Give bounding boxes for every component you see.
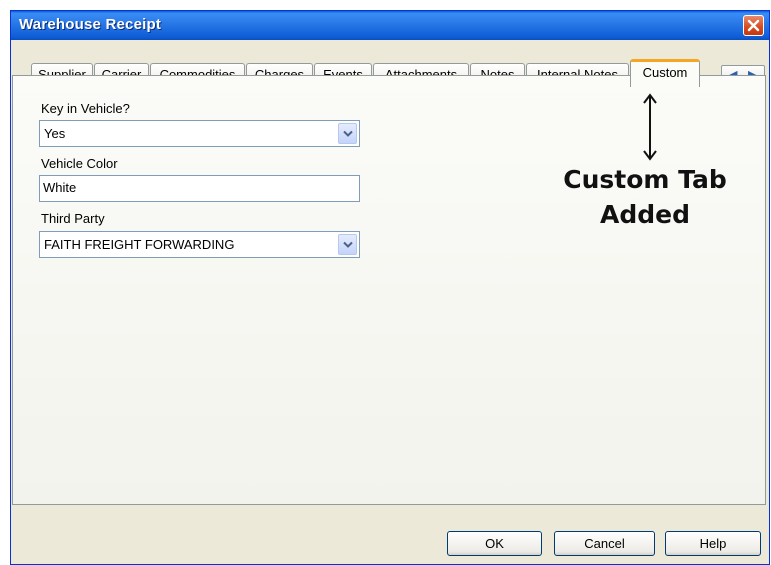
key-in-vehicle-select[interactable]: Yes [39,120,360,147]
vehicle-color-field[interactable] [39,175,360,202]
custom-tab-annotation: Custom Tab Added [557,162,733,232]
close-button[interactable] [743,15,764,36]
double-arrow-icon [643,93,657,161]
vehicle-color-input[interactable] [43,180,343,195]
key-in-vehicle-label: Key in Vehicle? [41,101,130,116]
tab-custom[interactable]: Custom [630,59,700,87]
cancel-button[interactable]: Cancel [554,531,655,556]
third-party-select[interactable]: FAITH FREIGHT FORWARDING [39,231,360,258]
help-button[interactable]: Help [665,531,761,556]
close-icon [747,19,760,32]
chevron-down-icon [343,130,353,137]
annotation-line1: Custom Tab [563,165,727,194]
third-party-dropdown-button[interactable] [338,234,357,255]
chevron-down-icon [343,241,353,248]
ok-button[interactable]: OK [447,531,542,556]
third-party-label: Third Party [41,211,105,226]
third-party-value: FAITH FREIGHT FORWARDING [44,237,235,252]
key-in-vehicle-dropdown-button[interactable] [338,123,357,144]
key-in-vehicle-value: Yes [44,126,66,141]
window-title: Warehouse Receipt [19,16,162,33]
annotation-line2: Added [600,200,690,229]
vehicle-color-label: Vehicle Color [41,156,118,171]
title-bar[interactable]: Warehouse Receipt [11,11,769,40]
